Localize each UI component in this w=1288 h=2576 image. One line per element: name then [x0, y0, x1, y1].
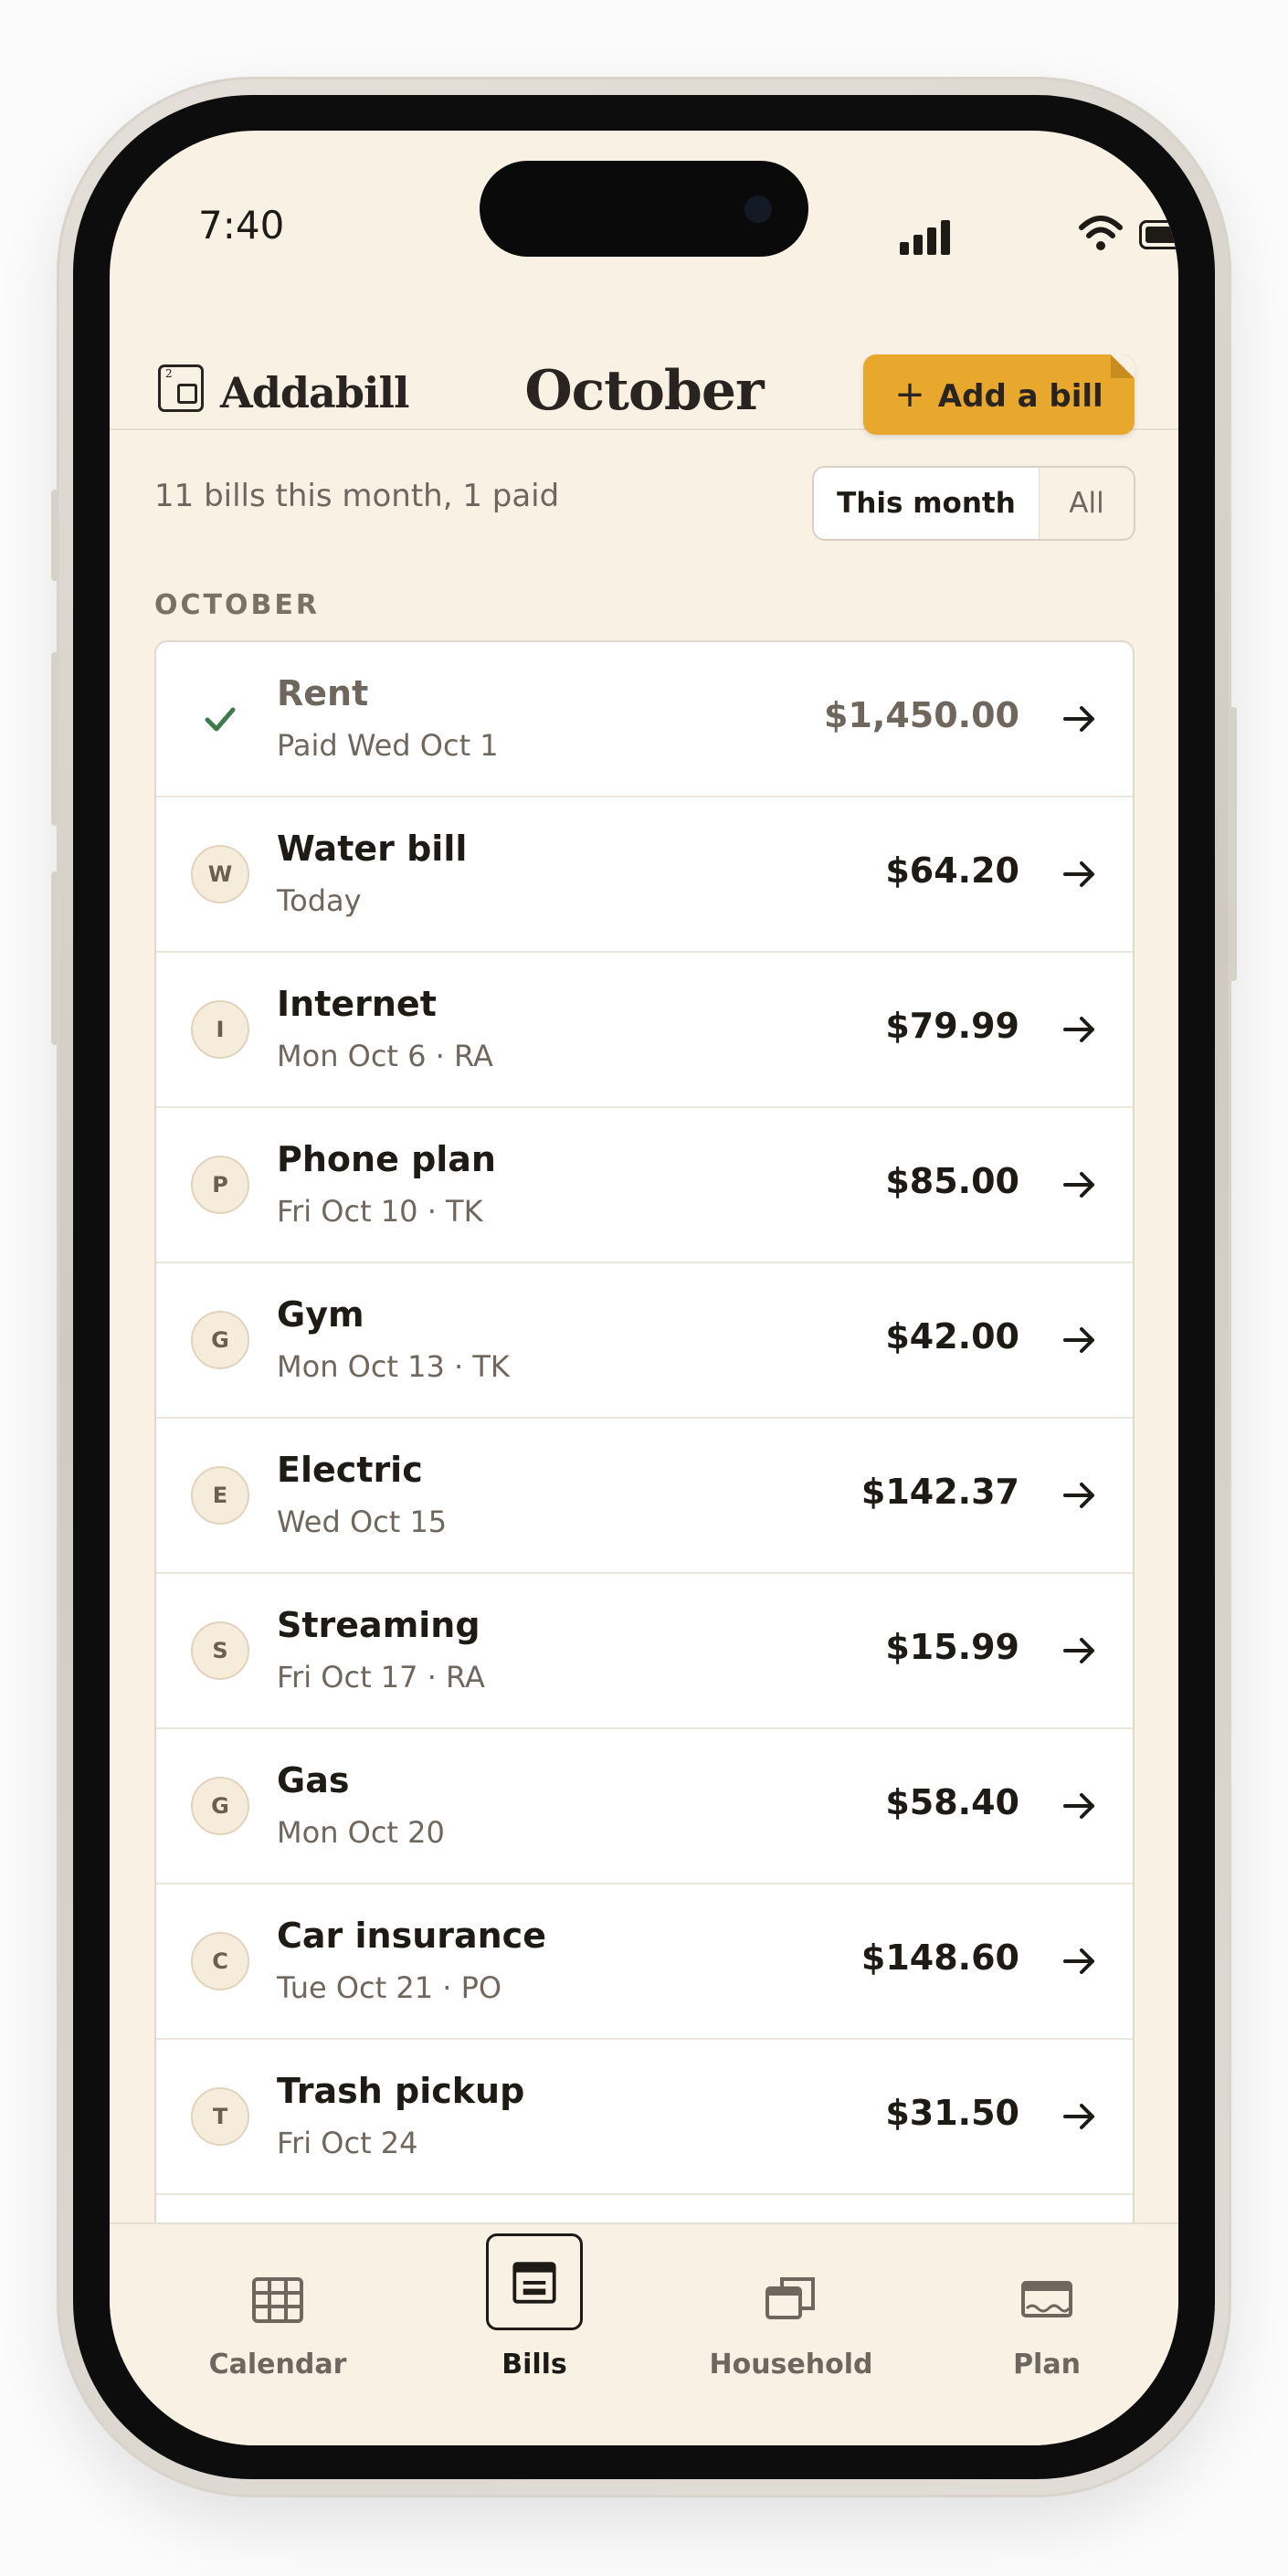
- bill-meta: Fri Oct 24: [277, 2126, 418, 2160]
- bills-icon: [486, 2233, 583, 2330]
- bill-meta: Fri Oct 17 · RA: [277, 1660, 485, 1694]
- bill-row[interactable]: I Internet Mon Oct 6 · RA $79.99: [156, 953, 1133, 1108]
- arrow-right-icon[interactable]: [1061, 2100, 1098, 2133]
- arrow-right-icon[interactable]: [1061, 1324, 1098, 1357]
- battery-icon: [1139, 220, 1178, 249]
- dynamic-island: [480, 161, 808, 257]
- bill-meta: Wed Oct 15: [277, 1504, 448, 1539]
- bill-name: Rent: [277, 673, 369, 713]
- bill-amount: $1,450.00: [824, 695, 1019, 735]
- tab-plan-label: Plan: [1013, 2349, 1081, 2381]
- bill-amount: $85.00: [885, 1161, 1019, 1201]
- bill-row[interactable]: P Phone plan Fri Oct 10 · TK $85.00: [156, 1108, 1133, 1263]
- arrow-right-icon[interactable]: [1061, 1789, 1098, 1822]
- bill-initial-badge: S: [191, 1621, 249, 1680]
- bill-initial-badge: E: [191, 1466, 249, 1525]
- filter-this-month[interactable]: This month: [814, 468, 1040, 539]
- volume-down-button: [51, 871, 58, 1045]
- bill-amount: $148.60: [860, 1937, 1019, 1978]
- plus-icon: +: [894, 374, 925, 416]
- bill-name: Gym: [277, 1294, 364, 1335]
- plan-icon: [1021, 2281, 1072, 2317]
- period-filter: This month All: [812, 466, 1135, 541]
- volume-up-button: [51, 652, 58, 826]
- status-time: 7:40: [198, 203, 285, 248]
- bill-amount: $64.20: [885, 850, 1019, 891]
- arrow-right-icon[interactable]: [1061, 1634, 1098, 1667]
- tab-household-label: Household: [709, 2349, 873, 2381]
- arrow-right-icon[interactable]: [1061, 1013, 1098, 1046]
- bill-meta: Mon Oct 13 · TK: [277, 1349, 510, 1384]
- bill-initial-badge: W: [191, 845, 249, 903]
- bill-row[interactable]: G Gym Mon Oct 13 · TK $42.00: [156, 1263, 1133, 1419]
- tab-bar: Calendar Bills Household Plan: [110, 2222, 1178, 2445]
- arrow-right-icon[interactable]: [1061, 1479, 1098, 1512]
- bill-name: Phone plan: [277, 1139, 496, 1179]
- bill-meta: Paid Wed Oct 1: [277, 728, 499, 763]
- bill-amount: $58.40: [885, 1782, 1019, 1822]
- bill-initial-badge: G: [191, 1311, 249, 1369]
- bill-meta: Mon Oct 20: [277, 1815, 445, 1850]
- bill-initial-badge: G: [191, 1777, 249, 1835]
- bill-amount: $142.37: [860, 1472, 1019, 1512]
- bill-meta: Today: [277, 883, 362, 918]
- bill-meta: Tue Oct 21 · PO: [277, 1970, 502, 2005]
- bill-row[interactable]: S Streaming Fri Oct 17 · RA $15.99: [156, 1574, 1133, 1729]
- camera-icon: [744, 195, 772, 223]
- bill-row[interactable]: E Electric Wed Oct 15 $142.37: [156, 1419, 1133, 1574]
- bill-row[interactable]: G Gas Mon Oct 20 $58.40: [156, 1729, 1133, 1884]
- bill-amount: $15.99: [885, 1627, 1019, 1667]
- bill-row[interactable]: W Water bill Today $64.20: [156, 797, 1133, 953]
- bill-meta: Mon Oct 6 · RA: [277, 1039, 493, 1073]
- add-bill-button[interactable]: + Add a bill: [863, 354, 1135, 435]
- bill-name: Internet: [277, 984, 437, 1024]
- arrow-right-icon[interactable]: [1061, 1945, 1098, 1978]
- paid-check-icon: [205, 707, 236, 732]
- bill-meta: Fri Oct 10 · TK: [277, 1194, 483, 1229]
- bill-row[interactable]: Rent Paid Wed Oct 1 $1,450.00: [156, 642, 1133, 797]
- add-bill-label: Add a bill: [937, 378, 1103, 415]
- bill-list: Rent Paid Wed Oct 1 $1,450.00 W Water bill To…: [154, 640, 1135, 2252]
- bill-name: Car insurance: [277, 1916, 546, 1956]
- app-screen: 7:40 2 Addabill October + Add a bill 11 b…: [110, 131, 1178, 2445]
- calendar-icon: [252, 2277, 303, 2323]
- action-button: [51, 490, 58, 581]
- bill-amount: $31.50: [885, 2093, 1019, 2133]
- section-label: OCTOBER: [154, 589, 320, 621]
- bill-name: Streaming: [277, 1605, 480, 1645]
- bill-initial-badge: C: [191, 1932, 249, 1990]
- bill-name: Water bill: [277, 829, 468, 869]
- arrow-right-icon[interactable]: [1061, 1168, 1098, 1201]
- bill-name: Trash pickup: [277, 2071, 525, 2111]
- bill-initial-badge: P: [191, 1156, 249, 1214]
- household-icon: [765, 2277, 815, 2319]
- bills-summary: 11 bills this month, 1 paid: [154, 478, 560, 514]
- tab-bills-label: Bills: [501, 2349, 567, 2381]
- bill-initial-badge: T: [191, 2087, 249, 2146]
- app-header: 2 Addabill October + Add a bill: [110, 313, 1178, 435]
- bill-row[interactable]: C Car insurance Tue Oct 21 · PO $148.60: [156, 1884, 1133, 2040]
- bill-initial-badge: I: [191, 1000, 249, 1059]
- bill-name: Electric: [277, 1450, 423, 1490]
- arrow-right-icon[interactable]: [1061, 702, 1098, 735]
- bill-name: Gas: [277, 1760, 350, 1800]
- tab-calendar-label: Calendar: [208, 2349, 347, 2381]
- bill-amount: $42.00: [885, 1316, 1019, 1357]
- bill-row[interactable]: T Trash pickup Fri Oct 24 $31.50: [156, 2040, 1133, 2195]
- power-button: [1230, 707, 1237, 981]
- filter-all[interactable]: All: [1040, 468, 1134, 539]
- status-icons: [900, 215, 1178, 255]
- bill-amount: $79.99: [885, 1006, 1019, 1046]
- arrow-right-icon[interactable]: [1061, 858, 1098, 891]
- wifi-icon: [1079, 216, 1123, 250]
